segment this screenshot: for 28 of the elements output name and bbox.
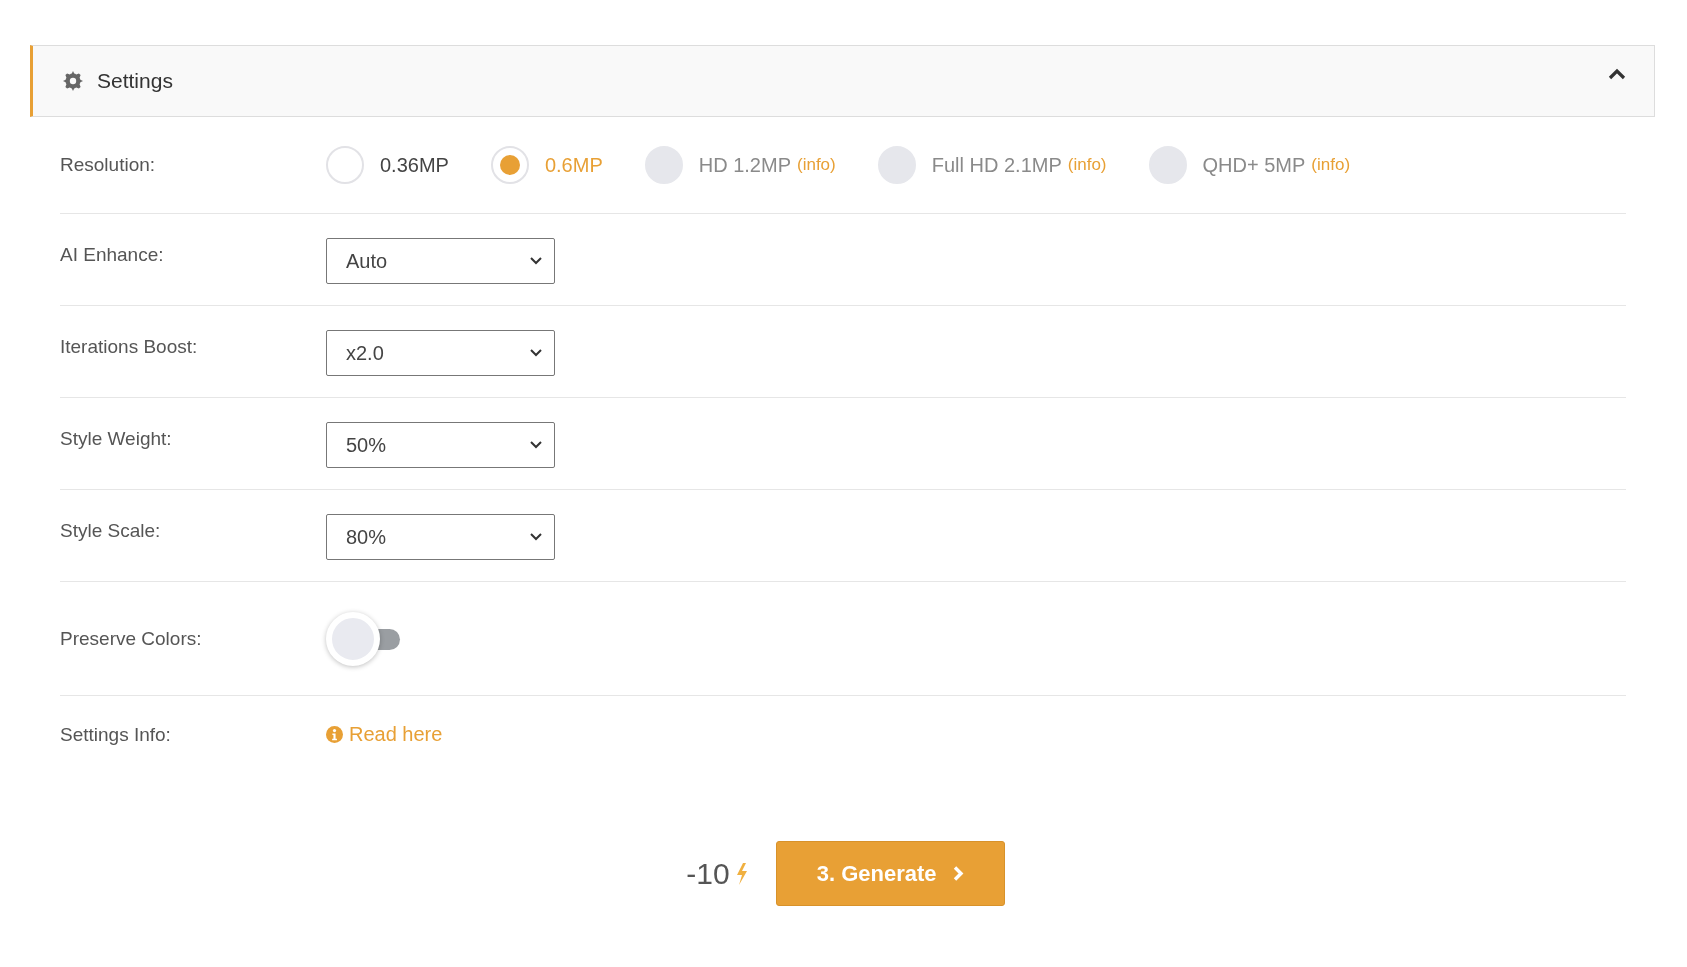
dropdown[interactable]: x2.0 [326,330,555,376]
option-label: QHD+ 5MP [1202,153,1306,177]
panel-header[interactable]: Settings [30,45,1655,117]
option-label: Full HD 2.1MP [931,153,1062,177]
settings-icon [63,71,83,91]
info-icon [326,726,343,743]
dropdown[interactable]: 50% [326,422,555,468]
radio-button[interactable] [490,146,529,184]
field-label: Resolution: [60,154,157,176]
option-label: HD 1.2MP [698,153,791,177]
field-label: Style Scale: [60,520,162,542]
dropdown[interactable]: 80% [326,514,555,560]
option-label[interactable]: 0.36MP [380,153,449,177]
lightning-icon [735,862,748,885]
caret-icon [530,257,542,265]
caret-icon [530,441,542,449]
chevron-right-icon [952,866,964,881]
field-label: Preserve Colors: [60,628,203,650]
caret-icon [530,349,542,357]
dropdown[interactable]: Auto [326,238,555,284]
field-label: Settings Info: [60,723,172,746]
field-label: Style Weight: [60,428,173,450]
field-label: AI Enhance: [60,244,165,266]
radio-button[interactable] [326,146,364,184]
panel-title: Settings [97,69,174,93]
caret-icon [530,533,542,541]
field-label: Iterations Boost: [60,336,199,358]
credit-cost: -10 [686,856,730,891]
